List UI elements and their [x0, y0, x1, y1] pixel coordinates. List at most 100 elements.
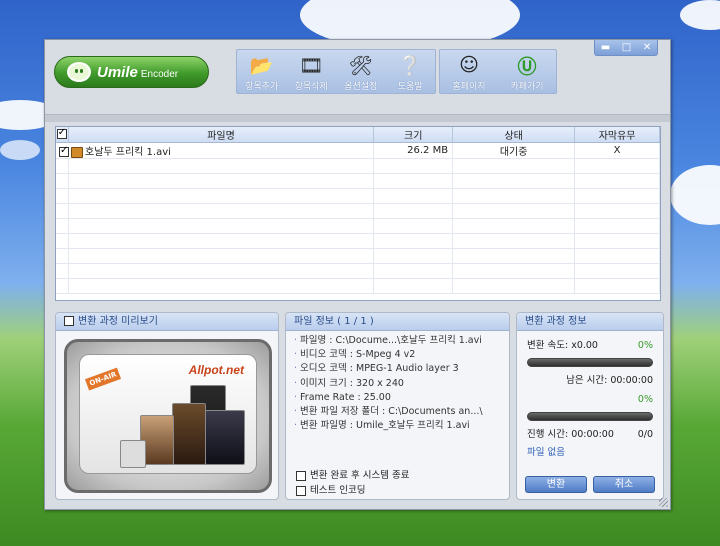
info-filename: 파일명 : C:\Docume...\호날두 프리킥 1.avi [294, 334, 501, 348]
avi-file-icon [71, 146, 83, 158]
cafe-label: 카페가기 [510, 82, 544, 92]
help-label: 도움말 [397, 82, 423, 92]
homepage-label: 홈페이지 [452, 82, 486, 92]
col-subtitle[interactable]: 자막유무 [574, 127, 660, 143]
delete-item-label: 항목삭제 [294, 82, 328, 92]
help-button[interactable]: ❔ 도움말 [386, 50, 436, 93]
select-all-checkbox-cell[interactable] [56, 127, 69, 143]
file-state: 파일 없음 [527, 447, 565, 458]
col-status[interactable]: 상태 [452, 127, 576, 143]
file-table-header: 파일명 크기 상태 자막유무 [56, 127, 660, 143]
homepage-button[interactable]: ☺ 홈페이지 [440, 50, 498, 93]
background-cloud [0, 140, 40, 160]
cancel-button[interactable]: 취소 [593, 476, 655, 493]
cafe-icon: Ⓤ [517, 55, 537, 78]
info-video-codec: 비디오 코덱 : S-Mpeg 4 v2 [294, 348, 501, 362]
info-image-size: 이미지 크기 : 320 x 240 [294, 377, 501, 391]
file-subtitle: X [574, 142, 660, 159]
cafe-button[interactable]: Ⓤ 카페가기 [498, 50, 556, 93]
smiley-logo-icon [67, 62, 91, 82]
options-tools-icon: 🛠 [348, 54, 373, 77]
file-status: 대기중 [452, 142, 576, 159]
test-encode-label: 테스트 인코딩 [310, 485, 366, 496]
preview-panel: 변환 과정 미리보기 ON-AIR Allpot.net [55, 312, 279, 500]
table-row [56, 218, 660, 234]
progress-row: 0% [527, 393, 653, 407]
status-body: 변환 속도: x0.00 0% 남은 시간: 00:00:00 0% 진행 시간… [517, 331, 663, 462]
file-size: 26.2 MB [373, 142, 454, 159]
preview-title: 변환 과정 미리보기 [78, 316, 158, 327]
shutdown-checkbox[interactable] [296, 470, 306, 481]
window-controls: ▬ □ ✕ [594, 40, 658, 56]
help-icon: ❔ [398, 54, 423, 77]
file-info-panel: 파일 정보 ( 1 / 1 ) 파일명 : C:\Docume...\호날두 프… [285, 312, 510, 500]
preview-title-bar[interactable]: 변환 과정 미리보기 [56, 313, 278, 331]
background-cloud [670, 165, 720, 225]
remaining-time: 남은 시간: 00:00:00 [566, 375, 653, 386]
preview-screen: ON-AIR Allpot.net [64, 339, 272, 493]
add-folder-icon: 📂 [249, 54, 274, 77]
col-size[interactable]: 크기 [373, 127, 454, 143]
main-toolbar: 📂 항목추가 🎞 항목삭제 🛠 옵션설정 ❔ 도움말 [236, 49, 436, 94]
speed-progress-bar [527, 358, 653, 367]
logo-sub: Encoder [140, 68, 179, 80]
table-row[interactable]: 호날두 프리킥 1.avi 26.2 MB 대기중 X [56, 142, 660, 159]
minimize-button[interactable]: ▬ [601, 42, 610, 53]
test-encode-checkbox[interactable] [296, 485, 306, 496]
info-audio-codec: 오디오 코덱 : MPEG-1 Audio layer 3 [294, 362, 501, 376]
info-save-folder: 변환 파일 저장 폴더 : C:\Documents an...\ [294, 405, 501, 419]
allpot-logo: Allpot.net [188, 363, 244, 377]
info-frame-rate: Frame Rate : 25.00 [294, 391, 501, 405]
file-table: 파일명 크기 상태 자막유무 호날두 프리킥 1.avi 26.2 MB 대기중… [56, 127, 660, 294]
status-panel: 변환 과정 정보 변환 속도: x0.00 0% 남은 시간: 00:00:00… [516, 312, 664, 500]
speed-label: 변환 속도: x0.00 [527, 340, 598, 351]
preview-image: ON-AIR Allpot.net [79, 354, 257, 474]
add-item-label: 항목추가 [245, 82, 279, 92]
table-row [56, 233, 660, 249]
file-info-list: 파일명 : C:\Docume...\호날두 프리킥 1.avi 비디오 코덱 … [286, 331, 509, 436]
app-logo: Umile Encoder [54, 56, 209, 88]
maximize-button[interactable]: □ [622, 42, 631, 53]
on-air-badge: ON-AIR [84, 367, 122, 391]
file-count: 0/0 [637, 429, 653, 440]
file-name: 호날두 프리킥 1.avi [85, 147, 171, 158]
shutdown-option[interactable]: 변환 완료 후 시스템 종료 [296, 468, 409, 483]
delete-item-button[interactable]: 🎞 항목삭제 [287, 50, 337, 93]
options-button[interactable]: 🛠 옵션설정 [336, 50, 386, 93]
table-row [56, 173, 660, 189]
file-info-title: 파일 정보 ( 1 / 1 ) [286, 313, 509, 331]
col-filename[interactable]: 파일명 [68, 127, 375, 143]
file-list[interactable]: 파일명 크기 상태 자막유무 호날두 프리킥 1.avi 26.2 MB 대기중… [55, 126, 661, 301]
table-row [56, 203, 660, 219]
table-row [56, 188, 660, 204]
preview-checkbox[interactable] [64, 316, 74, 326]
device-image [172, 403, 206, 465]
select-all-checkbox[interactable] [56, 127, 67, 139]
add-item-button[interactable]: 📂 항목추가 [237, 50, 287, 93]
shutdown-label: 변환 완료 후 시스템 종료 [310, 470, 410, 481]
device-image [120, 440, 146, 468]
close-button[interactable]: ✕ [643, 42, 651, 53]
status-title: 변환 과정 정보 [517, 313, 663, 331]
test-encode-option[interactable]: 테스트 인코딩 [296, 483, 409, 498]
file-name-cell: 호날두 프리킥 1.avi [56, 142, 375, 159]
remaining-row: 남은 시간: 00:00:00 [527, 374, 653, 388]
table-row [56, 278, 660, 294]
conversion-progress-bar [527, 412, 653, 421]
delete-item-icon: 🎞 [299, 54, 324, 77]
header-divider [45, 114, 670, 122]
convert-button[interactable]: 변환 [525, 476, 587, 493]
speed-percent: 0% [637, 340, 653, 351]
table-row [56, 248, 660, 264]
resize-grip[interactable] [659, 498, 668, 507]
link-toolbar: ☺ 홈페이지 Ⓤ 카페가기 [439, 49, 557, 94]
progress-percent: 0% [637, 394, 653, 405]
device-image [205, 410, 245, 465]
options-label: 옵션설정 [344, 82, 378, 92]
homepage-icon: ☺ [459, 54, 479, 76]
elapsed-row: 진행 시간: 00:00:00 0/0 [527, 428, 653, 442]
elapsed-time: 진행 시간: 00:00:00 [527, 429, 614, 440]
table-row [56, 158, 660, 174]
row-checkbox[interactable] [59, 145, 69, 157]
speed-row: 변환 속도: x0.00 0% [527, 339, 653, 353]
